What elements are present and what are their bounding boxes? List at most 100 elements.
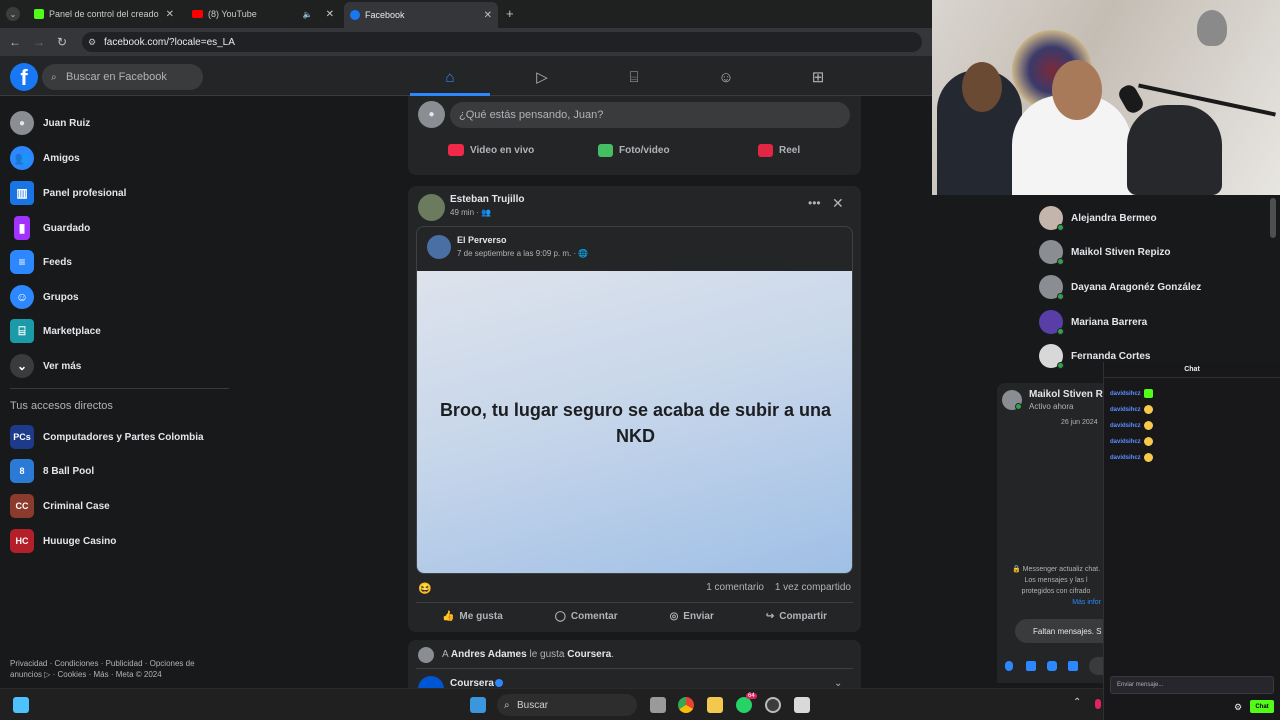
chat-message: davidsihcz <box>1110 437 1153 446</box>
page-name[interactable]: Coursera <box>567 649 611 660</box>
chat-contact-name[interactable]: Maikol Stiven Re <box>1029 389 1108 400</box>
reload-icon[interactable]: ↻ <box>57 35 67 49</box>
forward-icon[interactable]: → <box>33 35 45 49</box>
photo-icon[interactable] <box>1026 661 1036 671</box>
notice-text: Messenger actualiz chat. Los mensajes y … <box>1021 566 1101 595</box>
chat-input[interactable]: Enviar mensaje... <box>1110 676 1274 694</box>
chat-username[interactable]: davidsihcz <box>1110 455 1141 461</box>
close-icon[interactable]: ✕ <box>166 9 174 20</box>
nav-groups[interactable]: ☺ <box>686 62 766 92</box>
reaction-icon[interactable]: 😆 <box>418 583 432 595</box>
chat-username[interactable]: davidsihcz <box>1110 407 1141 413</box>
chat-username[interactable]: davidsihcz <box>1110 439 1141 445</box>
taskbar-search[interactable]: ⌕ Buscar <box>497 694 637 716</box>
tab-youtube[interactable]: (8) YouTube 🔈 ✕ <box>186 4 340 24</box>
chrome-icon[interactable] <box>678 697 694 713</box>
sidebar-item-dashboard[interactable]: ▥ Panel profesional <box>10 178 126 208</box>
chat-message: davidsihcz <box>1110 453 1153 462</box>
tab-facebook[interactable]: Facebook ✕ <box>344 2 498 28</box>
post-activity: A Andres Adames le gusta Coursera. <box>442 649 614 660</box>
windows-start-icon[interactable] <box>13 697 29 713</box>
sidebar-item-friends[interactable]: 👥 Amigos <box>10 143 80 173</box>
sidebar-item-groups[interactable]: ☺ Grupos <box>10 282 79 312</box>
contact-item[interactable]: Mariana Barrera <box>1039 309 1147 335</box>
shared-image-text[interactable]: Broo, tu lugar seguro se acaba de subir … <box>417 271 852 573</box>
shortcut-item[interactable]: CC Criminal Case <box>10 491 110 521</box>
gear-icon[interactable]: ⚙ <box>1234 702 1242 713</box>
obs-icon[interactable] <box>765 697 781 713</box>
nav-marketplace[interactable]: ⌸ <box>594 62 674 92</box>
speaker-icon[interactable]: 🔈 <box>303 10 313 19</box>
photo-video-button[interactable]: Foto/video <box>598 144 670 157</box>
sidebar-footer[interactable]: Privacidad · Condiciones · Publicidad · … <box>10 658 220 680</box>
url-field[interactable]: ⚙ facebook.com/?locale=es_LA <box>82 32 922 52</box>
shortcut-item[interactable]: PCs Computadores y Partes Colombia <box>10 422 204 452</box>
file-explorer-icon[interactable] <box>707 697 723 713</box>
contact-item[interactable]: Dayana Aragonéz González <box>1039 274 1201 300</box>
whatsapp-badge: 64 <box>746 693 757 699</box>
marketplace-icon: ⌸ <box>629 68 639 86</box>
share-button[interactable]: ↪ Compartir <box>766 611 827 622</box>
avatar[interactable] <box>418 194 445 221</box>
sticker-icon[interactable] <box>1047 661 1057 671</box>
whatsapp-icon[interactable] <box>736 697 752 713</box>
shortcut-item[interactable]: HC Huuuge Casino <box>10 526 116 556</box>
online-indicator <box>1057 258 1064 265</box>
composer-input[interactable]: ¿Qué estás pensando, Juan? <box>450 102 850 128</box>
app-icon[interactable] <box>794 697 810 713</box>
back-icon[interactable]: ← <box>9 35 21 49</box>
comment-button[interactable]: ◯ Comentar <box>555 611 618 622</box>
comments-count[interactable]: 1 comentario <box>706 582 764 593</box>
task-view-icon[interactable] <box>650 697 666 713</box>
nav-home[interactable]: ⌂ <box>410 62 490 96</box>
gif-icon[interactable] <box>1068 661 1078 671</box>
shortcut-label: 8 Ball Pool <box>43 465 95 477</box>
facebook-logo[interactable]: f <box>10 63 38 91</box>
close-icon[interactable]: ✕ <box>484 10 492 21</box>
tab-search-icon[interactable]: ⌄ <box>6 7 20 21</box>
contact-item[interactable]: Alejandra Bermeo <box>1039 205 1157 231</box>
nav-gaming[interactable]: ⊞ <box>778 62 858 92</box>
scrollbar[interactable] <box>1270 198 1276 238</box>
chevron-up-icon[interactable]: ⌃ <box>1073 697 1081 708</box>
shortcut-label: Computadores y Partes Colombia <box>43 431 204 443</box>
sidebar-item-feeds[interactable]: ≡ Feeds <box>10 247 72 277</box>
message-input[interactable] <box>1089 657 1103 675</box>
shares-count[interactable]: 1 vez compartido <box>775 582 851 593</box>
send-button[interactable]: ◎ Enviar <box>670 611 714 622</box>
sidebar-item-saved[interactable]: ▮ Guardado <box>10 213 90 243</box>
sidebar-item-marketplace[interactable]: ⌸ Marketplace <box>10 316 101 346</box>
chevron-down-icon: ⌄ <box>10 354 34 378</box>
shared-post[interactable]: El Perverso 7 de septiembre a las 9:09 p… <box>416 226 853 574</box>
sidebar-item-label: Panel profesional <box>43 187 127 199</box>
like-button[interactable]: 👍 Me gusta <box>442 611 503 622</box>
close-icon[interactable]: ✕ <box>326 9 334 20</box>
sidebar-item-profile[interactable]: ● Juan Ruiz <box>10 108 90 138</box>
post-author[interactable]: Esteban Trujillo <box>450 194 524 205</box>
more-options-icon[interactable]: ••• <box>808 196 821 210</box>
chat-username[interactable]: davidsihcz <box>1110 423 1141 429</box>
mic-icon[interactable] <box>1095 699 1101 709</box>
windows-logo-icon[interactable] <box>470 697 486 713</box>
mic-icon[interactable] <box>1005 661 1013 671</box>
live-video-button[interactable]: Video en vivo <box>448 144 534 156</box>
gaming-icon: ⊞ <box>811 69 825 86</box>
new-tab-icon[interactable]: + <box>506 6 514 21</box>
verified-icon <box>495 679 503 687</box>
search-input[interactable]: ⌕ Buscar en Facebook <box>42 64 203 90</box>
contact-name: Fernanda Cortes <box>1071 350 1151 362</box>
nav-watch[interactable]: ▷ <box>502 62 582 92</box>
shared-author[interactable]: El Perverso <box>457 235 507 245</box>
more-info-link[interactable]: Más infor <box>1011 597 1101 608</box>
sidebar-item-see-more[interactable]: ⌄ Ver más <box>10 351 81 381</box>
close-icon[interactable]: ✕ <box>832 195 844 212</box>
chat-send-button[interactable]: Chat <box>1250 700 1274 713</box>
friend-name[interactable]: Andres Adames <box>451 649 527 660</box>
tab-kick[interactable]: Panel de control del creador | K ✕ <box>28 4 180 24</box>
site-info-icon[interactable]: ⚙ <box>88 37 96 48</box>
shortcut-item[interactable]: 8 8 Ball Pool <box>10 456 94 486</box>
reel-button[interactable]: Reel <box>758 144 800 157</box>
emote-icon <box>1143 453 1153 462</box>
chat-username[interactable]: davidsihcz <box>1110 391 1141 397</box>
contact-item[interactable]: Maikol Stiven Repizo <box>1039 239 1170 265</box>
